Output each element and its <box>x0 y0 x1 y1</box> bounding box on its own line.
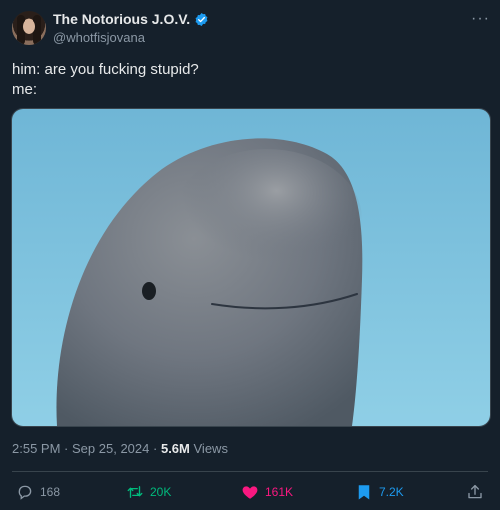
tweet-text-line: him: are you fucking stupid? <box>12 61 199 78</box>
verified-badge-icon <box>195 12 208 26</box>
retweet-button[interactable]: 20K <box>126 483 171 501</box>
tweet-time[interactable]: 2:55 PM <box>12 441 60 456</box>
beluga-image <box>12 109 490 426</box>
bookmark-icon <box>358 485 370 500</box>
reply-count: 168 <box>40 485 61 499</box>
author-handle[interactable]: @whotfisjovana <box>53 30 145 45</box>
meta-separator: · <box>153 441 158 456</box>
avatar-face <box>23 19 35 34</box>
tweet-image[interactable] <box>11 108 491 427</box>
retweet-icon <box>127 486 143 498</box>
views-label: Views <box>193 441 228 456</box>
retweet-count: 20K <box>150 485 172 499</box>
tweet-date[interactable]: Sep 25, 2024 <box>72 441 149 456</box>
more-dots-icon[interactable]: ··· <box>471 10 490 28</box>
author-display-name[interactable]: The Notorious J.O.V. <box>53 11 190 27</box>
share-button[interactable] <box>466 483 484 501</box>
bookmark-button[interactable]: 7.2K <box>355 483 404 501</box>
share-icon <box>468 484 482 499</box>
action-bar: 168 20K 161K 7.2K <box>12 483 488 503</box>
tweet-text: him: are you fucking stupid? me: <box>12 60 199 100</box>
bookmark-count: 7.2K <box>379 485 404 499</box>
reply-button[interactable]: 168 <box>16 483 60 501</box>
divider <box>12 471 488 472</box>
tweet-text-line: me: <box>12 81 38 98</box>
heart-icon <box>242 486 258 499</box>
author-name-row[interactable]: The Notorious J.O.V. <box>53 11 209 27</box>
like-count: 161K <box>265 485 294 499</box>
like-button[interactable]: 161K <box>241 483 293 501</box>
views-count[interactable]: 5.6M <box>161 441 190 456</box>
tweet: The Notorious J.O.V. @whotfisjovana ··· … <box>0 0 500 510</box>
reply-icon <box>18 485 32 500</box>
tweet-meta: 2:55 PM · Sep 25, 2024 · 5.6M Views <box>12 441 228 456</box>
avatar[interactable] <box>12 11 46 45</box>
meta-separator: · <box>64 441 69 456</box>
